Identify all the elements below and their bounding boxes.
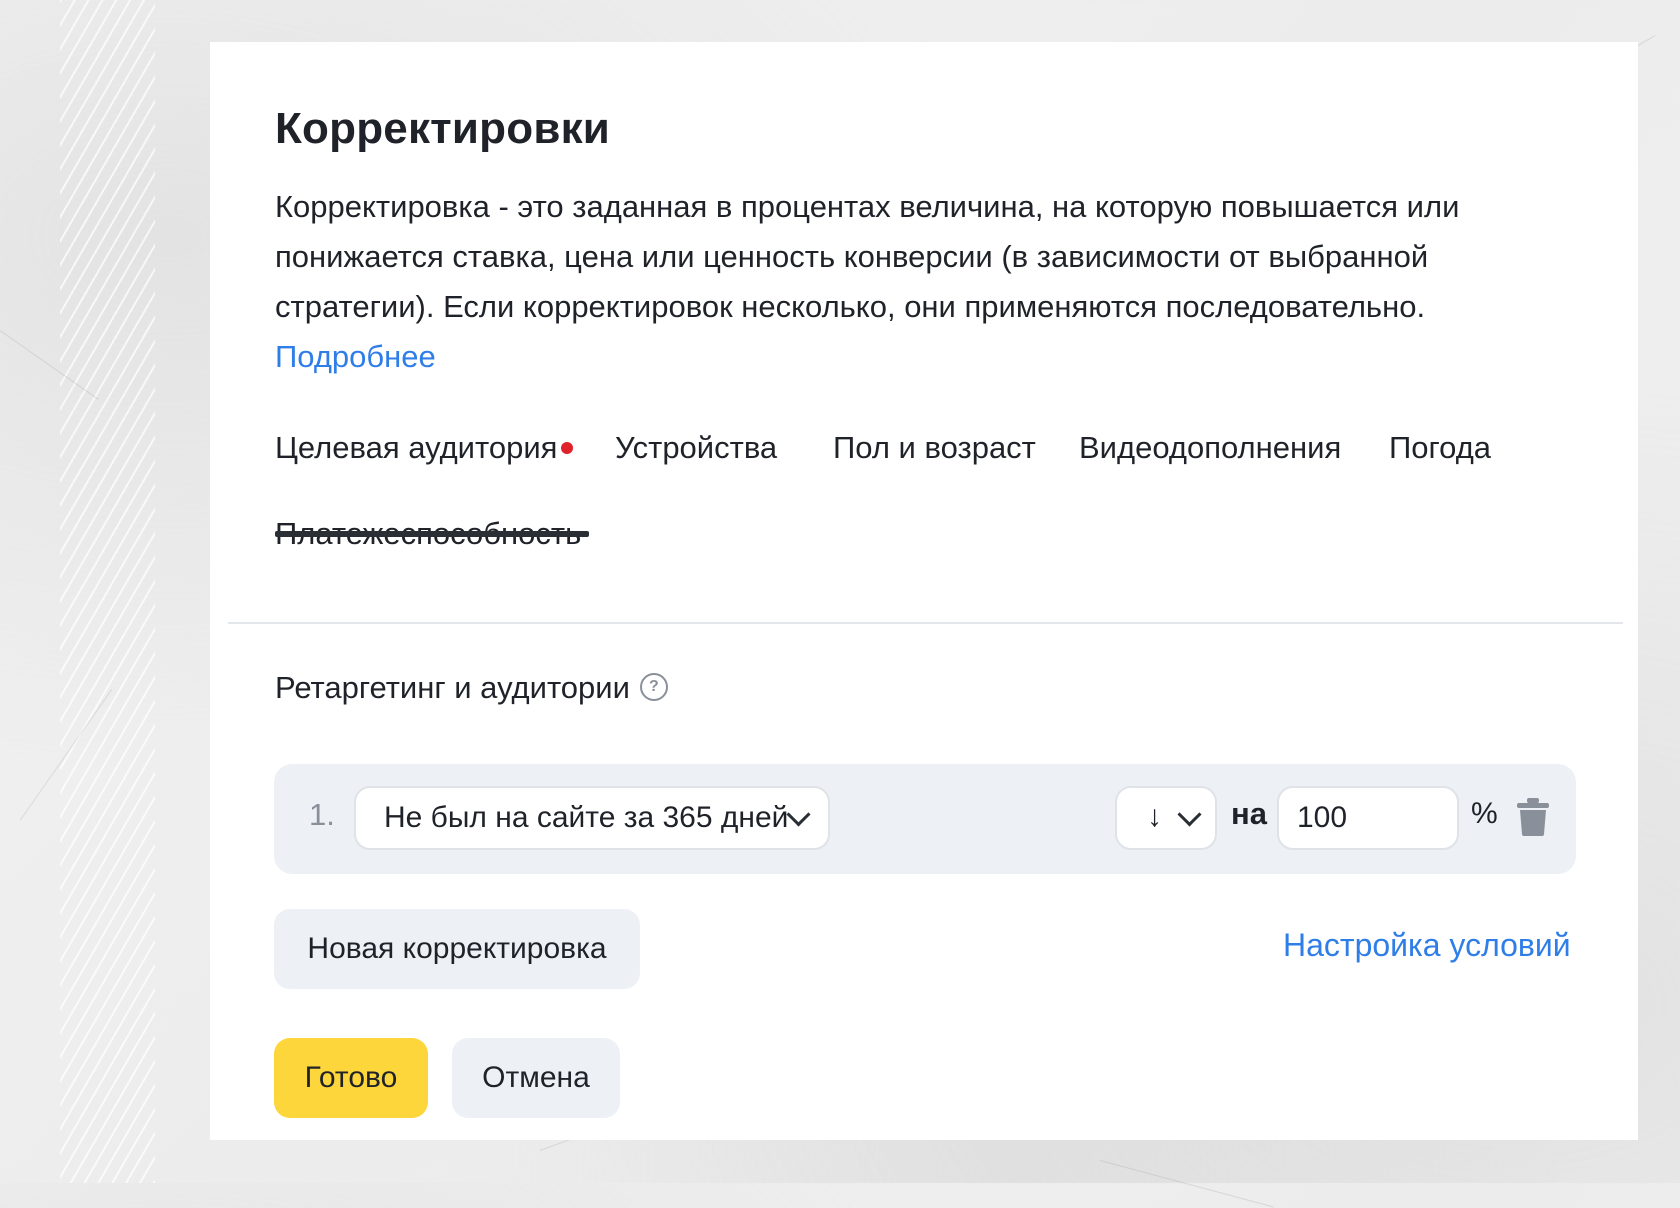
audience-select[interactable]: Не был на сайте за 365 дней [354,786,830,850]
conditions-settings-link[interactable]: Настройка условий [1283,927,1571,964]
trash-icon[interactable] [1515,797,1551,837]
section-retargeting: Ретаргетинг и аудитории? [275,670,668,706]
tab-video-extensions[interactable]: Видеодополнения [1079,430,1341,466]
percent-sign: % [1471,797,1498,830]
tab-label: Целевая аудитория [275,430,558,465]
adjustment-row: 1. Не был на сайте за 365 дней ↓ на % [274,764,1576,874]
direction-select[interactable]: ↓ [1115,786,1217,850]
section-title: Ретаргетинг и аудитории [275,670,630,705]
question-circle-icon[interactable]: ? [639,672,668,701]
tabs-divider [228,622,1623,624]
more-info-link[interactable]: Подробнее [275,332,1565,382]
new-adjustment-button[interactable]: Новая корректировка [274,909,640,989]
percent-value-input[interactable] [1277,786,1459,850]
tab-weather[interactable]: Погода [1389,430,1491,466]
chevron-down-icon [786,802,811,827]
background-vein [1099,1160,1274,1208]
done-button[interactable]: Готово [274,1038,428,1118]
dialog-title: Корректировки [275,104,611,153]
dialog-description: Корректировка - это заданная в процентах… [275,182,1565,382]
chevron-down-icon [1177,802,1202,827]
active-tab-indicator [275,531,589,537]
arrow-down-icon: ↓ [1147,800,1162,833]
description-text: Корректировка - это заданная в процентах… [275,189,1460,324]
tab-devices[interactable]: Устройства [615,430,777,466]
audience-select-value: Не был на сайте за 365 дней [384,801,789,834]
background-stripes [60,0,155,1183]
by-label: на [1231,796,1267,831]
tab-target-audience[interactable]: Целевая аудитория [275,430,574,466]
cancel-button[interactable]: Отмена [452,1038,620,1118]
row-index: 1. [309,797,335,832]
alert-dot-icon [561,441,574,454]
adjustments-dialog: Корректировки Корректировка - это заданн… [210,42,1638,1140]
tab-gender-age[interactable]: Пол и возраст [833,430,1036,466]
